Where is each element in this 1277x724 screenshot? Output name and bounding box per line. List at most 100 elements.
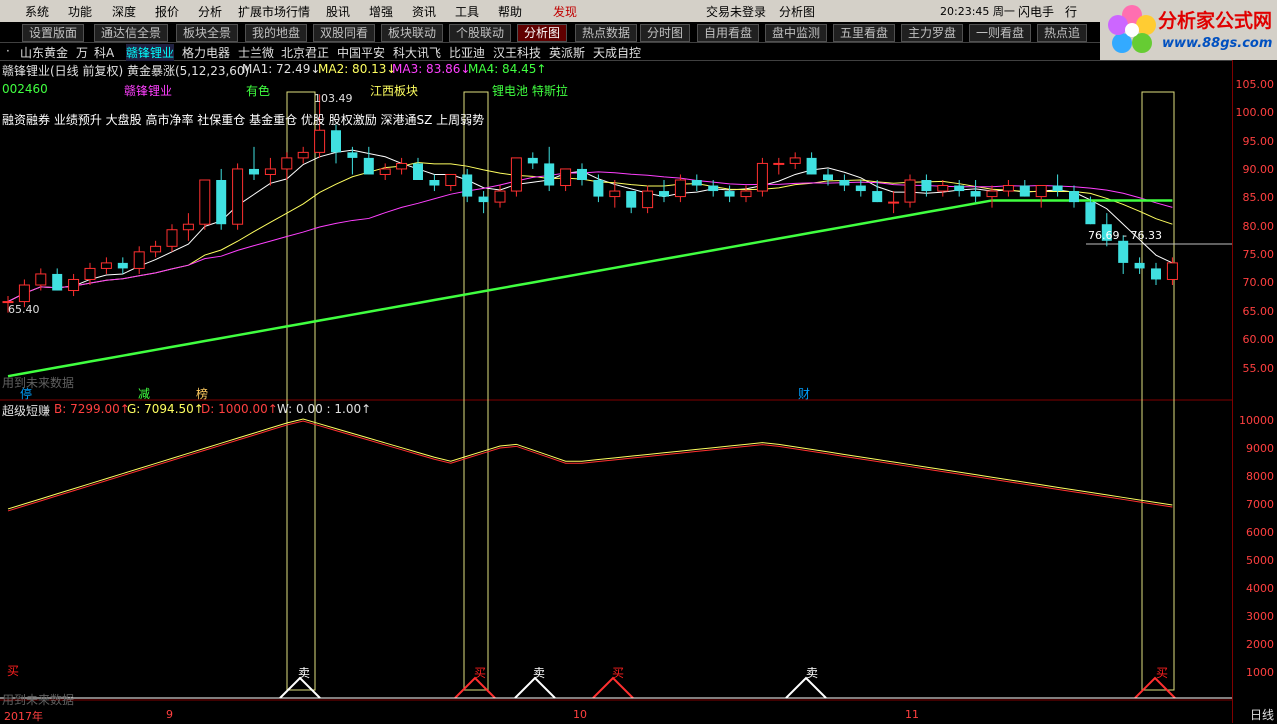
tab-14[interactable]: 一则看盘 — [969, 24, 1032, 42]
candle-body — [872, 191, 883, 203]
menu-item-help[interactable]: 帮助 — [498, 3, 522, 20]
candle-body — [1019, 185, 1030, 197]
tick-label: 70.00 — [1242, 276, 1275, 289]
flash-trade-button[interactable]: 闪电手 — [1018, 3, 1054, 20]
tab-9[interactable]: 分时图 — [640, 24, 691, 42]
candle-body — [577, 168, 587, 180]
tab-10[interactable]: 自用看盘 — [697, 24, 760, 42]
rank-badge: 榜 — [196, 387, 209, 401]
candle-body — [593, 180, 604, 197]
tab-8[interactable]: 热点数据 — [575, 24, 638, 42]
candle-body — [216, 180, 227, 225]
candle-body — [331, 130, 341, 153]
candle-body — [708, 185, 719, 192]
future-data-warning: 用到未来数据 — [2, 693, 75, 707]
tab-11[interactable]: 盘中监测 — [765, 24, 828, 42]
menu-item-depth[interactable]: 深度 — [112, 3, 136, 20]
brand-logo: 分析家公式网 www.88gs.com — [1100, 0, 1277, 60]
menu-item-news[interactable]: 股讯 — [326, 3, 350, 20]
buy-signal: 买 — [7, 664, 20, 678]
candle-body — [232, 168, 244, 225]
candle-body — [544, 163, 555, 186]
stock-item[interactable]: 山东黄金 — [20, 44, 68, 61]
candle-body — [249, 168, 259, 175]
stock-name: 赣锋锂业 — [124, 84, 173, 98]
view-status: 分析图 — [779, 5, 816, 19]
menu-item-info[interactable]: 资讯 — [412, 3, 436, 20]
menu-item-discover[interactable]: 发现 — [553, 3, 577, 20]
stock-item[interactable]: 士兰微 — [238, 44, 274, 61]
stock-dot: · — [6, 44, 10, 58]
candle-body — [478, 196, 489, 203]
candle-body — [789, 157, 801, 164]
tab-3[interactable]: 我的地盘 — [245, 24, 308, 42]
indicator-w: W: 0.00 : 1.00↑ — [277, 402, 372, 416]
candle-body — [1151, 268, 1161, 280]
buy-signal: 买 — [474, 666, 487, 680]
chart-title: 赣锋锂业(日线 前复权) 黄金暴涨(5,12,23,60) — [2, 64, 250, 78]
tick-label: 60.00 — [1242, 333, 1275, 346]
candle-body — [297, 151, 309, 159]
candle-body — [396, 162, 408, 170]
tick-label: 105.00 — [1235, 78, 1275, 91]
tick-label: 90.00 — [1242, 163, 1275, 176]
tab-6[interactable]: 个股联动 — [449, 24, 512, 42]
x-label-year: 2017年 — [4, 710, 43, 723]
indicator-line-g — [7, 418, 1173, 510]
login-status: 交易未登录 — [706, 5, 767, 19]
candle-body — [1085, 202, 1096, 225]
stock-code: 002460 — [2, 82, 48, 96]
stock-item[interactable]: 北京君正 — [281, 44, 329, 61]
stock-item[interactable]: 万 — [76, 44, 88, 61]
tick-label: 55.00 — [1242, 362, 1275, 375]
menu-item-system[interactable]: 系统 — [25, 3, 49, 20]
candle-body — [674, 179, 686, 198]
menu-item-analysis[interactable]: 分析 — [198, 3, 222, 20]
menu-item-function[interactable]: 功能 — [68, 3, 92, 20]
stock-item[interactable]: 汉王科技 — [493, 44, 541, 61]
tab-1[interactable]: 通达信全景 — [94, 24, 169, 42]
stock-item[interactable]: 天成自控 — [593, 44, 641, 61]
row-button[interactable]: 行 — [1065, 3, 1077, 20]
menu-item-enhance[interactable]: 增强 — [369, 3, 393, 20]
tick-label: 8000 — [1246, 470, 1274, 483]
candle-body — [560, 168, 572, 187]
tab-0[interactable]: 设置版面 — [22, 24, 85, 42]
tab-12[interactable]: 五里看盘 — [833, 24, 896, 42]
candle-body — [839, 180, 850, 186]
stock-item[interactable]: 科大讯飞 — [393, 44, 441, 61]
tab-13[interactable]: 主力罗盘 — [901, 24, 964, 42]
tab-2[interactable]: 板块全景 — [176, 24, 239, 42]
stock-item[interactable]: 比亚迪 — [449, 44, 485, 61]
candle-body — [970, 191, 981, 197]
candle-body — [659, 191, 669, 197]
menu-item-tools[interactable]: 工具 — [455, 3, 479, 20]
tab-4[interactable]: 双股同看 — [313, 24, 376, 42]
menu-item-quote[interactable]: 报价 — [155, 3, 179, 20]
tick-label: 7000 — [1246, 498, 1274, 511]
candle-body — [445, 173, 457, 187]
ma3-line — [7, 171, 1173, 303]
stock-item[interactable]: 格力电器 — [182, 44, 230, 61]
signal-triangle — [1134, 676, 1176, 699]
candle-body — [921, 180, 932, 192]
candle-body — [35, 273, 47, 286]
stock-item-active[interactable]: 赣锋锂业 — [126, 44, 175, 61]
tab-5[interactable]: 板块联动 — [381, 24, 444, 42]
menu-item-extended[interactable]: 扩展市场行情 — [238, 3, 310, 20]
candle-body — [888, 201, 900, 204]
candle-body — [150, 245, 162, 253]
stock-item[interactable]: 中国平安 — [337, 44, 385, 61]
indicator-line-b — [7, 420, 1173, 512]
stock-item[interactable]: 英派斯 — [549, 44, 585, 61]
buy-signal: 买 — [1156, 666, 1169, 680]
stock-item[interactable]: 科A — [94, 44, 114, 61]
price-axis: 105.00 100.00 95.00 90.00 85.00 80.00 75… — [1232, 60, 1277, 723]
price-chart[interactable] — [0, 60, 1232, 723]
candle-body — [494, 190, 506, 203]
tab-15[interactable]: 热点追 — [1037, 24, 1088, 42]
tab-7[interactable]: 分析图 — [517, 24, 568, 42]
candle-body — [314, 129, 326, 153]
chart-area[interactable]: 赣锋锂业(日线 前复权) 黄金暴涨(5,12,23,60) MA1: 72.49… — [0, 60, 1232, 723]
finance-badge: 财 — [798, 387, 811, 401]
